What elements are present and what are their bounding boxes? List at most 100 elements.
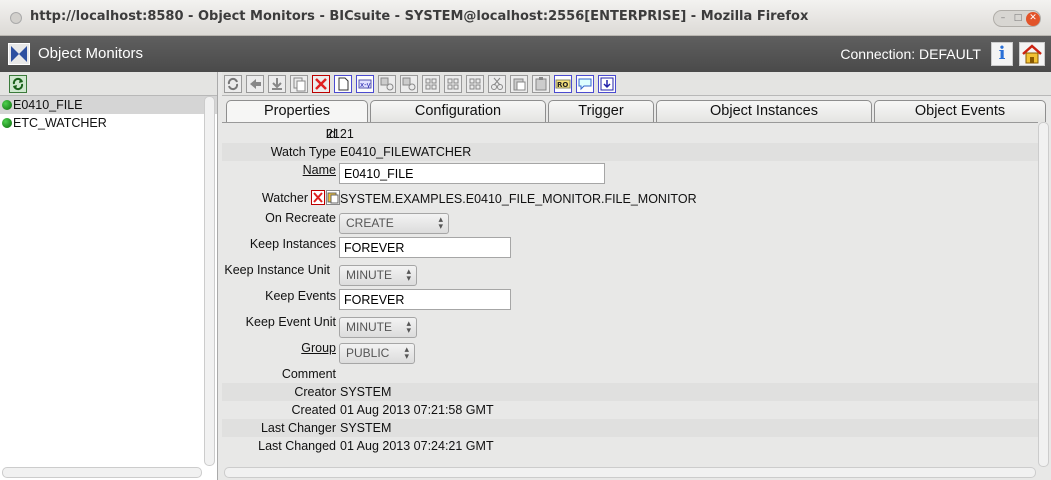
new-child-icon[interactable] (378, 75, 396, 93)
last-changed-label: Last Changed (258, 439, 336, 453)
keep-instances-row: Keep Instances (222, 235, 1038, 261)
list-item[interactable]: E0410_FILE (0, 96, 217, 114)
close-icon[interactable]: ✕ (1026, 12, 1040, 26)
minimize-icon[interactable]: – (996, 12, 1010, 26)
last-changer-row: Last Changer SYSTEM (222, 419, 1038, 437)
connection-label: Connection: DEFAULT (840, 46, 981, 62)
ro-icon[interactable]: RO (554, 75, 572, 93)
home-icon[interactable] (1019, 42, 1045, 66)
last-changed-value: 01 Aug 2013 07:24:21 GMT (340, 439, 494, 453)
group-value: PUBLIC (346, 346, 390, 360)
watcher-value: SYSTEM.EXAMPLES.E0410_FILE_MONITOR.FILE_… (340, 192, 697, 206)
group-select[interactable]: PUBLIC ▴ ▾ (339, 343, 415, 364)
updown-icon: ▴ ▾ (438, 214, 443, 231)
comment-icon[interactable] (576, 75, 594, 93)
comment-label: Comment (281, 367, 336, 381)
creator-label: Creator (294, 385, 336, 399)
keep-instance-unit-value: MINUTE (346, 268, 392, 282)
clear-watcher-icon[interactable] (311, 190, 325, 205)
refresh-icon[interactable] (9, 75, 27, 93)
vertical-scrollbar[interactable] (204, 96, 215, 466)
keep-instance-unit-select[interactable]: MINUTE ▴ ▾ (339, 265, 417, 286)
watcher-row: Watcher SYSTEM.EXAMPLES.E0410_FILE_MONIT… (222, 187, 1038, 209)
keep-events-row: Keep Events (222, 287, 1038, 313)
browse-watcher-icon[interactable] (326, 190, 340, 205)
updown-icon: ▴ ▾ (406, 266, 411, 283)
last-changer-value: SYSTEM (340, 421, 392, 435)
save-icon[interactable] (268, 75, 286, 93)
keep-instances-field[interactable] (339, 237, 511, 258)
created-row: Created 01 Aug 2013 07:21:58 GMT (222, 401, 1038, 419)
new-sibling-icon[interactable] (400, 75, 418, 93)
copy-icon[interactable] (290, 75, 308, 93)
tab-object-events[interactable]: Object Events (874, 100, 1046, 122)
status-active-icon (2, 100, 12, 110)
grid-icon[interactable] (422, 75, 440, 93)
watch-type-row: Watch Type E0410_FILEWATCHER (222, 143, 1038, 161)
detail-toolbar: x-y RO (222, 72, 1051, 96)
keep-event-unit-select[interactable]: MINUTE ▴ ▾ (339, 317, 417, 338)
xy-icon[interactable]: x-y (356, 75, 374, 93)
horizontal-scrollbar[interactable] (2, 467, 202, 478)
updown-icon: ▴ ▾ (406, 318, 411, 335)
keep-event-unit-row: Keep Event Unit MINUTE ▴ ▾ (222, 313, 1038, 339)
id-value: 2121 (326, 127, 354, 141)
keep-event-unit-value: MINUTE (346, 320, 392, 334)
grid3-icon[interactable] (466, 75, 484, 93)
monitor-name: E0410_FILE (13, 98, 83, 112)
browser-titlebar: http://localhost:8580 - Object Monitors … (0, 0, 1051, 36)
window-title: http://localhost:8580 - Object Monitors … (30, 9, 809, 24)
left-toolbar (0, 72, 217, 96)
svg-text:RO: RO (557, 81, 568, 89)
tab-object-instances[interactable]: Object Instances (656, 100, 872, 122)
app-header: Object Monitors Connection: DEFAULT i (0, 36, 1051, 72)
watcher-label: Watcher (261, 191, 308, 205)
list-item[interactable]: ETC_WATCHER (0, 114, 217, 132)
group-row: Group PUBLIC ▴ ▾ (222, 339, 1038, 365)
id-row: Id 2121 (222, 125, 1038, 143)
monitor-name: ETC_WATCHER (13, 116, 107, 130)
info-icon[interactable]: i (991, 42, 1013, 66)
group-label[interactable]: Group (301, 341, 336, 355)
properties-form: Id 2121 Watch Type E0410_FILEWATCHER Nam… (222, 122, 1038, 466)
updown-icon: ▴ ▾ (404, 344, 409, 361)
grid2-icon[interactable] (444, 75, 462, 93)
on-recreate-select[interactable]: CREATE ▴ ▾ (339, 213, 449, 234)
watch-type-label: Watch Type (270, 145, 336, 159)
window-controls: – □ ✕ (993, 10, 1041, 27)
app-logo-icon (8, 43, 30, 65)
monitor-list: E0410_FILE ETC_WATCHER (0, 96, 217, 132)
on-recreate-label: On Recreate (265, 211, 336, 225)
keep-instances-label: Keep Instances (249, 237, 336, 251)
delete-icon[interactable] (312, 75, 330, 93)
download-icon[interactable] (598, 75, 616, 93)
creator-value: SYSTEM (340, 385, 392, 399)
keep-instance-unit-label: Keep Instance Unit (224, 263, 330, 277)
created-label: Created (291, 403, 336, 417)
tab-configuration[interactable]: Configuration (370, 100, 546, 122)
new-icon[interactable] (334, 75, 352, 93)
svg-text:x-y: x-y (360, 81, 371, 89)
name-row: Name (222, 161, 1038, 187)
keep-instance-unit-row: Keep Instance Unit MINUTE ▴ ▾ (222, 261, 1038, 287)
vertical-scrollbar[interactable] (1038, 122, 1049, 467)
maximize-icon[interactable]: □ (1011, 12, 1025, 26)
on-recreate-row: On Recreate CREATE ▴ ▾ (222, 209, 1038, 235)
tab-properties[interactable]: Properties (226, 100, 368, 122)
last-changed-row: Last Changed 01 Aug 2013 07:24:21 GMT (222, 437, 1038, 455)
tab-trigger[interactable]: Trigger (548, 100, 654, 122)
horizontal-scrollbar[interactable] (224, 467, 1036, 478)
back-icon[interactable] (246, 75, 264, 93)
window-menu-icon[interactable] (10, 12, 22, 24)
keep-events-field[interactable] (339, 289, 511, 310)
name-field[interactable] (339, 163, 605, 184)
cut-icon[interactable] (488, 75, 506, 93)
comment-row: Comment (222, 365, 1038, 383)
name-label[interactable]: Name (303, 163, 336, 177)
paste-icon[interactable] (510, 75, 528, 93)
keep-events-label: Keep Events (265, 289, 336, 303)
refresh-icon[interactable] (224, 75, 242, 93)
clipboard-icon[interactable] (532, 75, 550, 93)
status-active-icon (2, 118, 12, 128)
on-recreate-value: CREATE (346, 216, 394, 230)
